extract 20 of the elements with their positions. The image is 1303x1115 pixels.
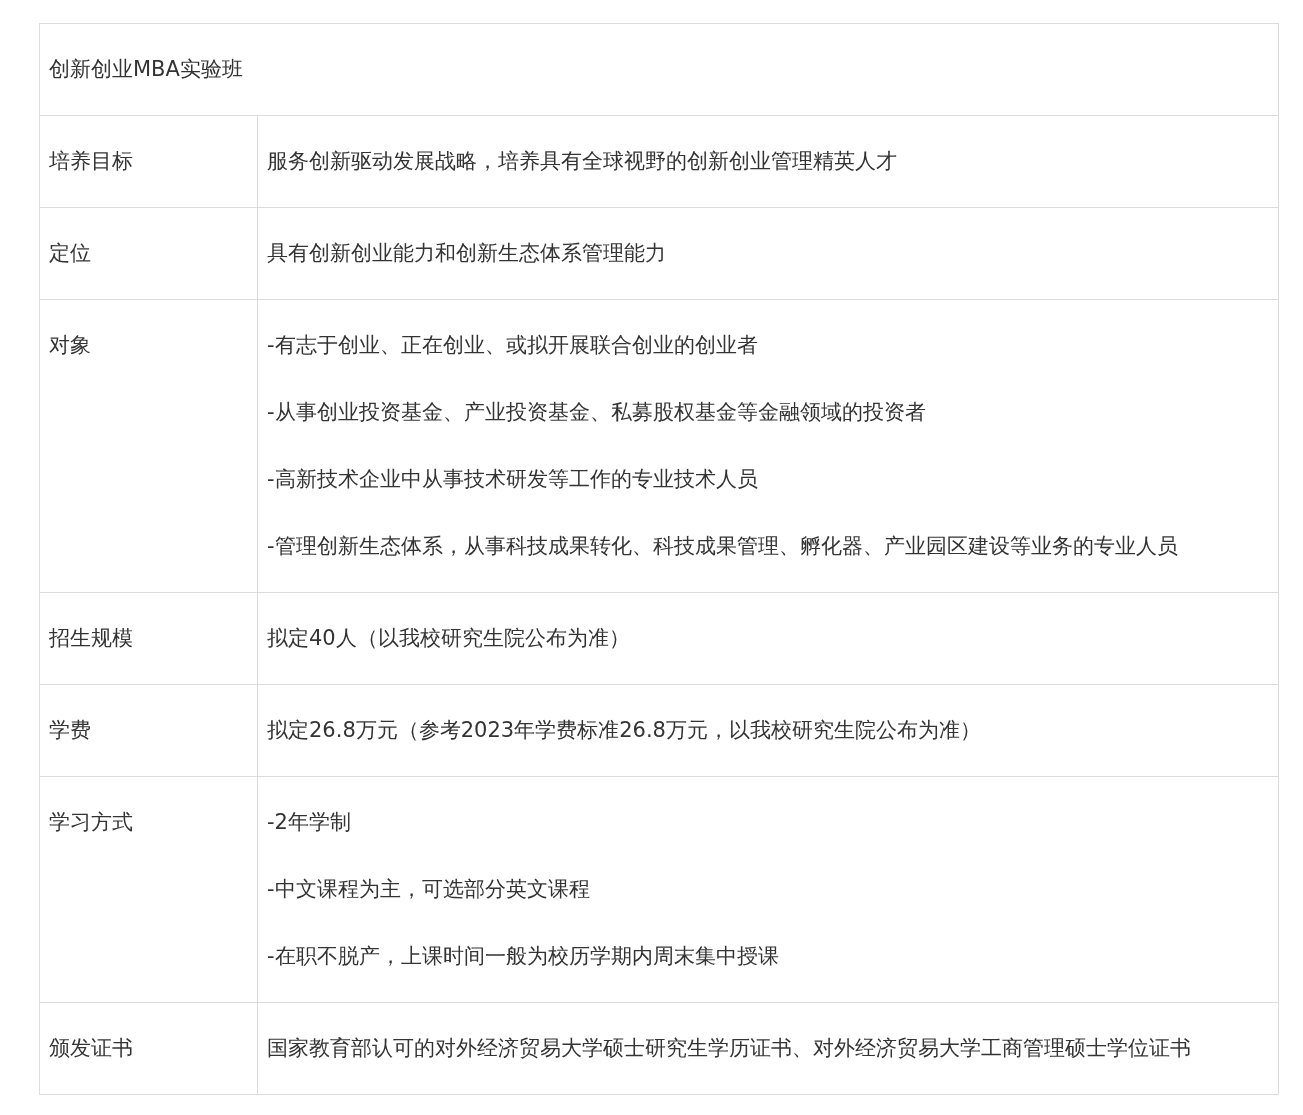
cell-text: 拟定40人（以我校研究生院公布为准） [267,625,631,652]
cell-text: -有志于创业、正在创业、或拟开展联合创业的创业者 [267,332,759,359]
row-label-cell: 学费 [39,684,258,777]
cell-text: 拟定26.8万元（参考2023年学费标准26.8万元，以我校研究生院公布为准） [267,717,982,744]
cell-text: 具有创新创业能力和创新生态体系管理能力 [267,240,667,267]
row-label-cell: 颁发证书 [39,1002,258,1095]
cell-text: 国家教育部认可的对外经济贸易大学硕士研究生学历证书、对外经济贸易大学工商管理硕士学位证书 [267,1035,1192,1062]
row-label-cell: 定位 [39,207,258,300]
cell-text: -中文课程为主，可选部分英文课程 [267,876,591,903]
row-label-cell: 培养目标 [39,115,258,208]
cell-text: -在职不脱产，上课时间一般为校历学期内周末集中授课 [267,943,780,970]
cell-text: -管理创新生态体系，从事科技成果转化、科技成果管理、孵化器、产业园区建设等业务的专业人员 [267,533,1179,560]
cell-text: -高新技术企业中从事技术研发等工作的专业技术人员 [267,466,759,493]
cell-text: 服务创新驱动发展战略，培养具有全球视野的创新创业管理精英人才 [267,148,898,175]
table-title-cell: 创新创业MBA实验班 [39,23,1279,116]
row-label-cell: 学习方式 [39,776,258,1003]
row-label-cell: 招生规模 [39,592,258,685]
cell-text: -2年学制 [267,809,352,836]
row-label-cell: 对象 [39,299,258,593]
cell-text: -从事创业投资基金、产业投资基金、私募股权基金等金融领域的投资者 [267,399,927,426]
